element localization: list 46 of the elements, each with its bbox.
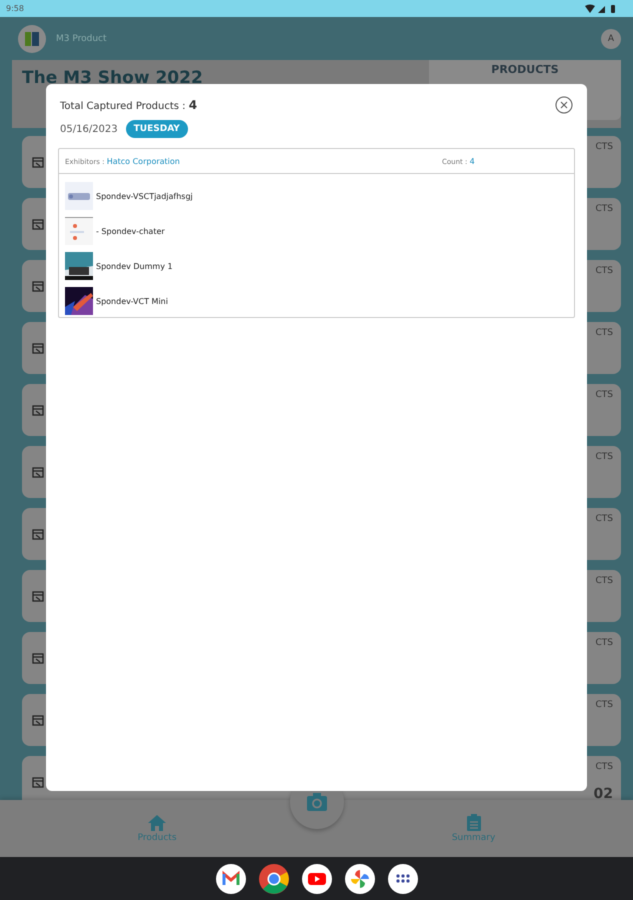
card-label: CTS [596, 452, 613, 462]
calendar-icon [32, 714, 44, 726]
card-label: CTS [596, 328, 613, 338]
product-name: Spondev Dummy 1 [96, 262, 173, 270]
card-label: CTS [596, 142, 613, 152]
calendar-icon [32, 218, 44, 230]
card-label: CTS [596, 390, 613, 400]
card-count: 02 [594, 786, 613, 800]
card-label: CTS [596, 576, 613, 586]
calendar-icon [32, 590, 44, 602]
camera-icon [307, 793, 327, 811]
calendar-icon [32, 342, 44, 354]
date-text: 05/16/2023 [60, 124, 118, 134]
product-name: Spondev-VSCTjadjafhsgj [96, 192, 193, 200]
card-label: CTS [596, 762, 613, 772]
nav-item[interactable]: Products [138, 814, 177, 842]
card-label: CTS [596, 700, 613, 710]
pinwheel-app-icon[interactable] [344, 864, 374, 894]
app-title: M3 Product [56, 34, 108, 44]
day-badge: TUESDAY [126, 120, 188, 138]
calendar-icon [32, 156, 44, 168]
browser-app-icon[interactable] [258, 864, 288, 894]
calendar-icon [32, 652, 44, 664]
calendar-icon [32, 528, 44, 540]
mail-app-icon[interactable] [216, 864, 246, 894]
calendar-icon [32, 466, 44, 478]
close-button[interactable] [555, 96, 573, 114]
calendar-icon [32, 776, 44, 788]
card-label: CTS [596, 204, 613, 214]
card-label: CTS [596, 514, 613, 524]
card-label: CTS [596, 638, 613, 648]
card-label: CTS [596, 266, 613, 276]
nav-item[interactable]: Summary [452, 814, 496, 843]
product-name: - Spondev-chater [96, 226, 165, 236]
page-title: The M3 Show 2022 [22, 68, 203, 88]
calendar-icon [32, 280, 44, 292]
video-app-icon[interactable] [302, 864, 332, 894]
product-name: Spondev-VCT Mini [96, 296, 168, 306]
calendar-icon [32, 404, 44, 416]
app-grid-icon[interactable] [388, 864, 418, 894]
clock: 9:58 [6, 4, 24, 13]
logo-icon [18, 24, 46, 52]
avatar[interactable]: A [601, 28, 621, 48]
clipboard-icon [466, 814, 481, 831]
home-icon [148, 814, 166, 830]
dialog-title: Total Captured Products : 4 [60, 98, 198, 112]
